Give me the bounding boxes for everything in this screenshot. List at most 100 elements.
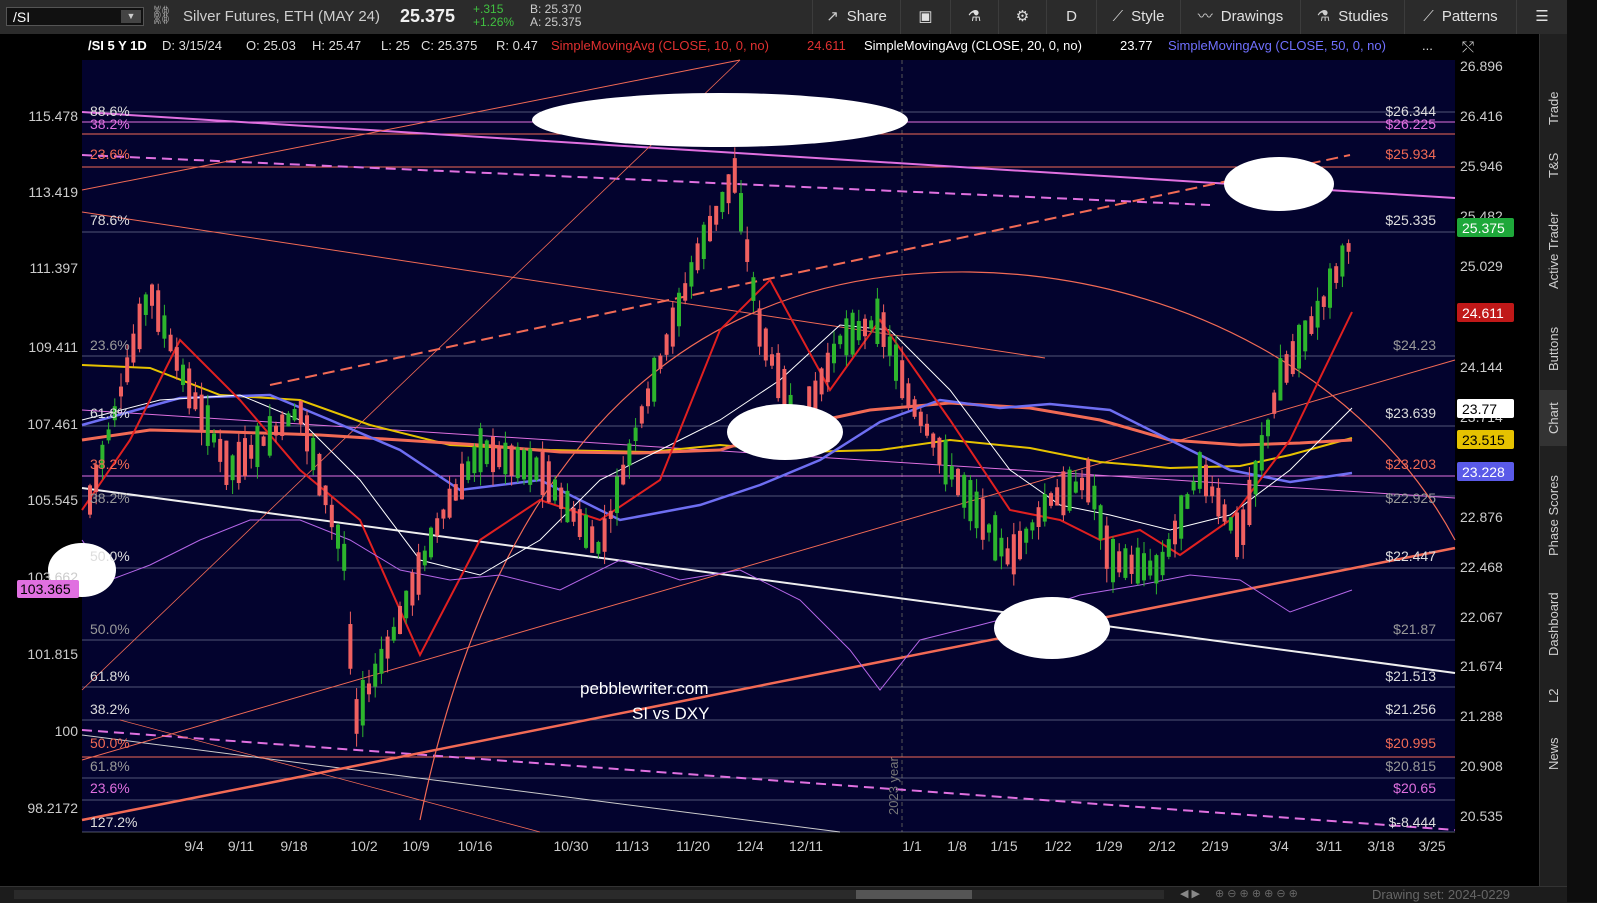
- fib-right-label: $26.225: [1385, 116, 1436, 132]
- header-low: L: 25: [381, 38, 410, 53]
- candle-body: [1272, 392, 1277, 414]
- candle-body: [1098, 505, 1103, 540]
- zoom-icons[interactable]: ⊕ ⊖ ⊕ ⊕ ⊕ ⊖ ⊕: [1215, 887, 1298, 900]
- annotation-ellipse: [994, 597, 1110, 659]
- timeframe-button[interactable]: D: [1046, 0, 1096, 34]
- header-date: D: 3/15/24: [162, 38, 222, 53]
- candle-body: [1173, 520, 1177, 545]
- left-axis-label: 107.461: [27, 416, 78, 432]
- tab-active-trader[interactable]: Active Trader: [1540, 198, 1568, 304]
- candle-body: [181, 364, 185, 386]
- flask-button[interactable]: ⚗: [950, 0, 998, 34]
- tab-buttons[interactable]: Buttons: [1540, 314, 1568, 384]
- link-icon[interactable]: ⛓: [150, 5, 173, 26]
- tab-chart[interactable]: Chart: [1540, 390, 1568, 446]
- chart-area[interactable]: 88.6% 38.2% 23.6% 78.6% 23.6% 61.8% 38.2% 38.2%…: [0, 34, 1539, 886]
- share-button[interactable]: ↗ Share: [812, 0, 900, 34]
- date-label: 9/11: [228, 838, 254, 854]
- crosshair-icon[interactable]: ⤲: [1462, 39, 1475, 56]
- date-label: 9/4: [184, 838, 204, 854]
- fib-right-label: $25.934: [1385, 146, 1436, 162]
- date-label: 2/12: [1148, 838, 1175, 854]
- tab-l2[interactable]: L2: [1540, 678, 1568, 714]
- candle-body: [205, 405, 210, 446]
- studies-button[interactable]: ⚗ Studies: [1300, 0, 1404, 34]
- header-more[interactable]: ...: [1422, 38, 1433, 53]
- candle-body: [1247, 479, 1252, 526]
- chevron-down-icon[interactable]: ▼: [121, 10, 141, 23]
- fib-left-label: 23.6%: [90, 146, 130, 162]
- price-chart[interactable]: 88.6%38.2%23.6%78.6%23.6%61.8%38.2%38.2%…: [0, 34, 1539, 886]
- candle-body: [503, 442, 508, 475]
- candle-body: [1297, 324, 1301, 369]
- left-axis-label: 115.478: [28, 108, 78, 124]
- snapshot-button[interactable]: ▣: [900, 0, 950, 34]
- patterns-button[interactable]: ⟋ Patterns: [1404, 0, 1516, 34]
- date-label: 3/25: [1418, 838, 1445, 854]
- side-panel-tabs: Trade T&S Active Trader Buttons Chart Ph…: [1539, 34, 1568, 886]
- left-axis-label: 113.419: [28, 184, 78, 200]
- candle-body: [894, 344, 898, 381]
- candle-body: [466, 461, 471, 480]
- menu-button[interactable]: ☰: [1516, 0, 1567, 34]
- candle-body: [1210, 486, 1215, 497]
- fib-left-label: 78.6%: [90, 212, 130, 228]
- header-range: R: 0.47: [496, 38, 538, 53]
- candle-body: [1042, 494, 1047, 522]
- left-axis-label: 100: [55, 723, 79, 739]
- candle-body: [937, 437, 942, 466]
- right-axis-label: 24.144: [1460, 359, 1503, 375]
- date-label: 10/30: [553, 838, 588, 854]
- candle-body: [1216, 487, 1221, 517]
- candle-body: [422, 550, 427, 566]
- scroll-thumb[interactable]: [856, 890, 972, 899]
- candle-body: [639, 406, 644, 424]
- candle-body: [683, 283, 688, 301]
- share-icon: ↗: [826, 8, 839, 25]
- candle-body: [745, 239, 750, 262]
- settings-button[interactable]: ⚙: [998, 0, 1046, 34]
- fib-left-label: 61.8%: [90, 668, 130, 684]
- tab-trade[interactable]: Trade: [1540, 82, 1568, 134]
- style-button[interactable]: ⟋ Style: [1096, 0, 1180, 34]
- price-badge: 25.375: [1462, 220, 1505, 236]
- fib-left-label: 61.8%: [90, 405, 130, 421]
- tab-phase-scores[interactable]: Phase Scores: [1540, 460, 1568, 572]
- candle-body: [739, 193, 743, 232]
- drawings-button[interactable]: 〰 Drawings: [1180, 0, 1300, 34]
- right-axis-label: 20.535: [1460, 808, 1503, 824]
- candle-body: [1055, 487, 1060, 506]
- sma10-label: SimpleMovingAvg (CLOSE, 10, 0, no): [551, 38, 769, 53]
- horizontal-scrollbar[interactable]: [14, 890, 1164, 899]
- candle-body: [1253, 460, 1258, 495]
- right-axis-label: 25.029: [1460, 258, 1503, 274]
- candle-body: [881, 312, 886, 347]
- candle-body: [720, 191, 725, 213]
- scroll-arrows[interactable]: ◀ ▶: [1180, 887, 1200, 900]
- symbol-input[interactable]: /SI ▼: [6, 7, 144, 26]
- bid-ask: B: 25.370 A: 25.375: [530, 3, 581, 29]
- candle-body: [453, 484, 458, 501]
- candle-body: [1241, 509, 1246, 545]
- tab-dashboard[interactable]: Dashboard: [1540, 582, 1568, 666]
- candle-body: [236, 441, 241, 484]
- sma20-value: 23.77: [1120, 38, 1153, 53]
- candle-body: [819, 368, 824, 395]
- tab-news[interactable]: News: [1540, 728, 1568, 780]
- camera-icon: ▣: [918, 8, 933, 25]
- candle-body: [925, 423, 929, 436]
- header-open: O: 25.03: [246, 38, 296, 53]
- candle-body: [1321, 296, 1326, 307]
- candle-body: [280, 414, 285, 437]
- candle-body: [292, 408, 297, 421]
- share-label: Share: [846, 8, 887, 25]
- date-label: 9/18: [280, 838, 307, 854]
- candle-body: [596, 541, 601, 554]
- candle-body: [497, 445, 502, 468]
- candle-body: [987, 524, 991, 533]
- candle-body: [646, 388, 650, 407]
- tab-ts[interactable]: T&S: [1540, 142, 1568, 188]
- left-axis-label: 98.2172: [27, 800, 78, 816]
- candle-body: [1185, 494, 1190, 509]
- candle-body: [1036, 507, 1041, 528]
